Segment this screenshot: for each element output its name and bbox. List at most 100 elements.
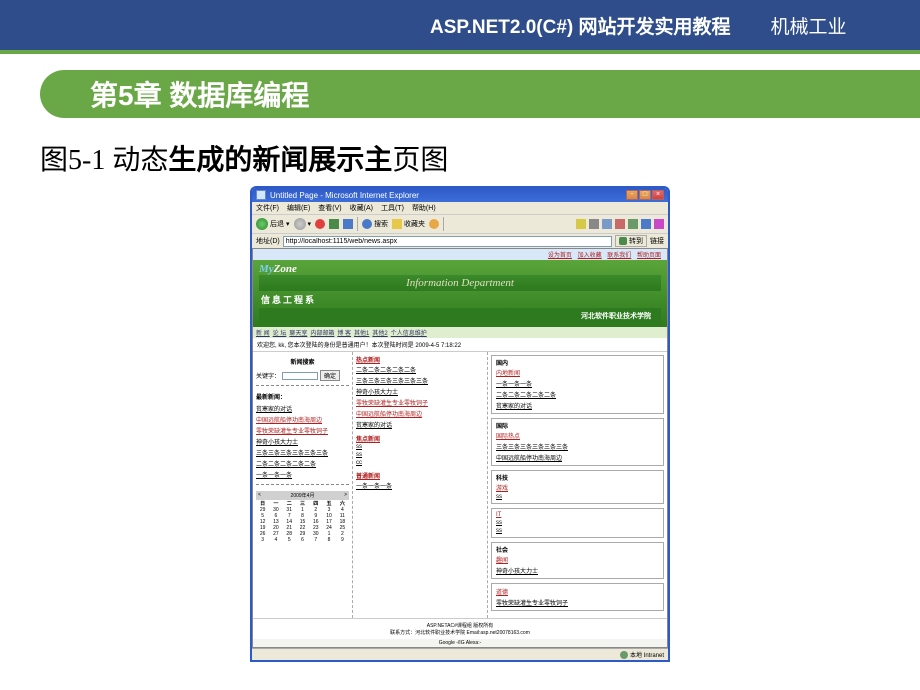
list-item[interactable]: 中国远航船停功南海周边 bbox=[356, 408, 484, 419]
subcategory[interactable]: 趣闻 bbox=[496, 554, 659, 565]
subcategory[interactable]: 游戏 bbox=[496, 482, 659, 493]
list-item[interactable]: 零牧荣缺灌生专业零牧饲子 bbox=[256, 425, 349, 436]
normal-title: 普通新闻 bbox=[356, 471, 484, 480]
list-item[interactable]: 贫寒家的对话 bbox=[496, 400, 659, 411]
history-icon[interactable] bbox=[429, 219, 439, 229]
list-item[interactable]: 零牧荣缺灌生专业零牧饲子 bbox=[356, 397, 484, 408]
list-item[interactable]: 一条一条一条 bbox=[356, 480, 484, 491]
mail-icon[interactable] bbox=[576, 219, 586, 229]
right-column: 国内内地新闻一条一条一条二条二条二条二条二条贫寒家的对话国际国际热点三条三条三条… bbox=[488, 352, 667, 618]
calendar-day[interactable]: 6 bbox=[296, 537, 309, 543]
dept-en: Information Department bbox=[259, 275, 661, 291]
menu-file[interactable]: 文件(F) bbox=[256, 203, 279, 213]
cal-month: 2009年4月 bbox=[291, 492, 315, 499]
category-title: 科技 bbox=[496, 473, 659, 482]
menu-edit[interactable]: 编辑(E) bbox=[287, 203, 310, 213]
navbar: 新 闻 论 坛 聊天室 内部邮箱 博 客 其他1 其他2 个人信息维护 bbox=[253, 327, 667, 338]
list-item[interactable]: 二条二条二条二条二条 bbox=[256, 458, 349, 469]
star-icon bbox=[392, 219, 402, 229]
home-icon[interactable] bbox=[343, 219, 353, 229]
nav-mail[interactable]: 内部邮箱 bbox=[310, 328, 334, 337]
list-item[interactable]: 二条二条二条二条二条 bbox=[356, 364, 484, 375]
mid-column: 热点新闻 二条二条二条二条二条三条三条三条三条三条三条神奇小孩大力士零牧荣缺灌生… bbox=[353, 352, 488, 618]
forward-button[interactable]: ▾ bbox=[294, 218, 312, 230]
nav-chat[interactable]: 聊天室 bbox=[289, 328, 307, 337]
category-box: ITssss bbox=[491, 508, 664, 538]
calendar-day[interactable]: 8 bbox=[322, 537, 335, 543]
category-box: 国际国际热点三条三条三条三条三条三条中国远航船停功南海周边 bbox=[491, 418, 664, 466]
tool-icon[interactable] bbox=[615, 219, 625, 229]
maximize-button[interactable]: □ bbox=[639, 190, 651, 200]
calendar-day[interactable]: 9 bbox=[336, 537, 349, 543]
list-item[interactable]: 二条二条二条二条二条 bbox=[496, 389, 659, 400]
links-label[interactable]: 链接 bbox=[650, 236, 664, 246]
search-ok-button[interactable]: 确定 bbox=[320, 370, 340, 381]
list-item[interactable]: 贫寒家的对话 bbox=[356, 419, 484, 430]
book-title: ASP.NET2.0(C#) 网站开发实用教程 bbox=[430, 12, 731, 39]
list-item[interactable]: ss bbox=[496, 527, 659, 535]
subcategory[interactable]: 道德 bbox=[496, 586, 659, 597]
menu-fav[interactable]: 收藏(A) bbox=[350, 203, 373, 213]
menu-view[interactable]: 查看(V) bbox=[318, 203, 341, 213]
calendar[interactable]: <2009年4月> 日一二三四五六29303112345678910111213… bbox=[256, 491, 349, 543]
address-label: 地址(D) bbox=[256, 236, 280, 246]
go-button[interactable]: 转到 bbox=[615, 235, 647, 247]
link-contact[interactable]: 联系我们 bbox=[607, 253, 631, 259]
subcategory[interactable]: IT bbox=[496, 511, 659, 519]
subcategory[interactable]: 内地新闻 bbox=[496, 367, 659, 378]
back-button[interactable]: 后退 ▾ bbox=[256, 218, 290, 230]
footer-bar: Google -/IG Alexa:- bbox=[253, 639, 667, 647]
list-item[interactable]: 零牧荣缺灌生专业零牧饲子 bbox=[496, 597, 659, 608]
cal-prev[interactable]: < bbox=[258, 492, 261, 499]
favorites-button[interactable]: 收藏夹 bbox=[392, 219, 425, 229]
edit-icon[interactable] bbox=[602, 219, 612, 229]
keyword-input[interactable] bbox=[282, 372, 318, 380]
nav-other2[interactable]: 其他2 bbox=[372, 328, 387, 337]
link-help[interactable]: 帮助页面 bbox=[637, 253, 661, 259]
calendar-day[interactable]: 4 bbox=[269, 537, 282, 543]
list-item[interactable]: cc bbox=[356, 459, 484, 467]
list-item[interactable]: 神奇小孩大力士 bbox=[356, 386, 484, 397]
cal-next[interactable]: > bbox=[344, 492, 347, 499]
address-input[interactable] bbox=[283, 236, 612, 247]
tool2-icon[interactable] bbox=[628, 219, 638, 229]
calendar-day[interactable]: 5 bbox=[283, 537, 296, 543]
nav-forum[interactable]: 论 坛 bbox=[273, 328, 287, 337]
menu-help[interactable]: 帮助(H) bbox=[412, 203, 436, 213]
list-item[interactable]: 一条一条一条 bbox=[496, 378, 659, 389]
subcategory[interactable]: 国际热点 bbox=[496, 430, 659, 441]
link-sethome[interactable]: 设为首页 bbox=[548, 253, 572, 259]
list-item[interactable]: ss bbox=[496, 519, 659, 527]
link-addfav[interactable]: 加入收藏 bbox=[578, 253, 602, 259]
calendar-day[interactable]: 7 bbox=[309, 537, 322, 543]
list-item[interactable]: ss bbox=[356, 451, 484, 459]
refresh-icon[interactable] bbox=[329, 219, 339, 229]
list-item[interactable]: 三条三条三条三条三条三条 bbox=[356, 375, 484, 386]
list-item[interactable]: 一条一条一条 bbox=[256, 469, 349, 480]
hot-title: 热点新闻 bbox=[356, 355, 484, 364]
menu-tools[interactable]: 工具(T) bbox=[381, 203, 404, 213]
nav-other1[interactable]: 其他1 bbox=[354, 328, 369, 337]
nav-profile[interactable]: 个人信息维护 bbox=[391, 328, 427, 337]
print-icon[interactable] bbox=[589, 219, 599, 229]
list-item[interactable]: 中国远航船停功南海周边 bbox=[496, 452, 659, 463]
close-button[interactable]: × bbox=[652, 190, 664, 200]
list-item[interactable]: 中国远航船停功南海周边 bbox=[256, 414, 349, 425]
search-button[interactable]: 搜索 bbox=[362, 219, 388, 229]
list-item[interactable]: 神奇小孩大力士 bbox=[256, 436, 349, 447]
list-item[interactable]: 神奇小孩大力士 bbox=[496, 565, 659, 576]
list-item[interactable]: ss bbox=[496, 493, 659, 501]
nav-news[interactable]: 新 闻 bbox=[256, 328, 270, 337]
stop-icon[interactable] bbox=[315, 219, 325, 229]
list-item[interactable]: ss bbox=[356, 443, 484, 451]
calendar-day[interactable]: 3 bbox=[256, 537, 269, 543]
list-item[interactable]: 贫寒家的对话 bbox=[256, 403, 349, 414]
tool4-icon[interactable] bbox=[654, 219, 664, 229]
tool3-icon[interactable] bbox=[641, 219, 651, 229]
calendar-table: 日一二三四五六293031123456789101112131415161718… bbox=[256, 500, 349, 543]
minimize-button[interactable]: - bbox=[626, 190, 638, 200]
site-logo: MyZone bbox=[259, 263, 661, 275]
nav-blog[interactable]: 博 客 bbox=[337, 328, 351, 337]
list-item[interactable]: 三条三条三条三条三条三条 bbox=[496, 441, 659, 452]
list-item[interactable]: 三条三条三条三条三条三条 bbox=[256, 447, 349, 458]
